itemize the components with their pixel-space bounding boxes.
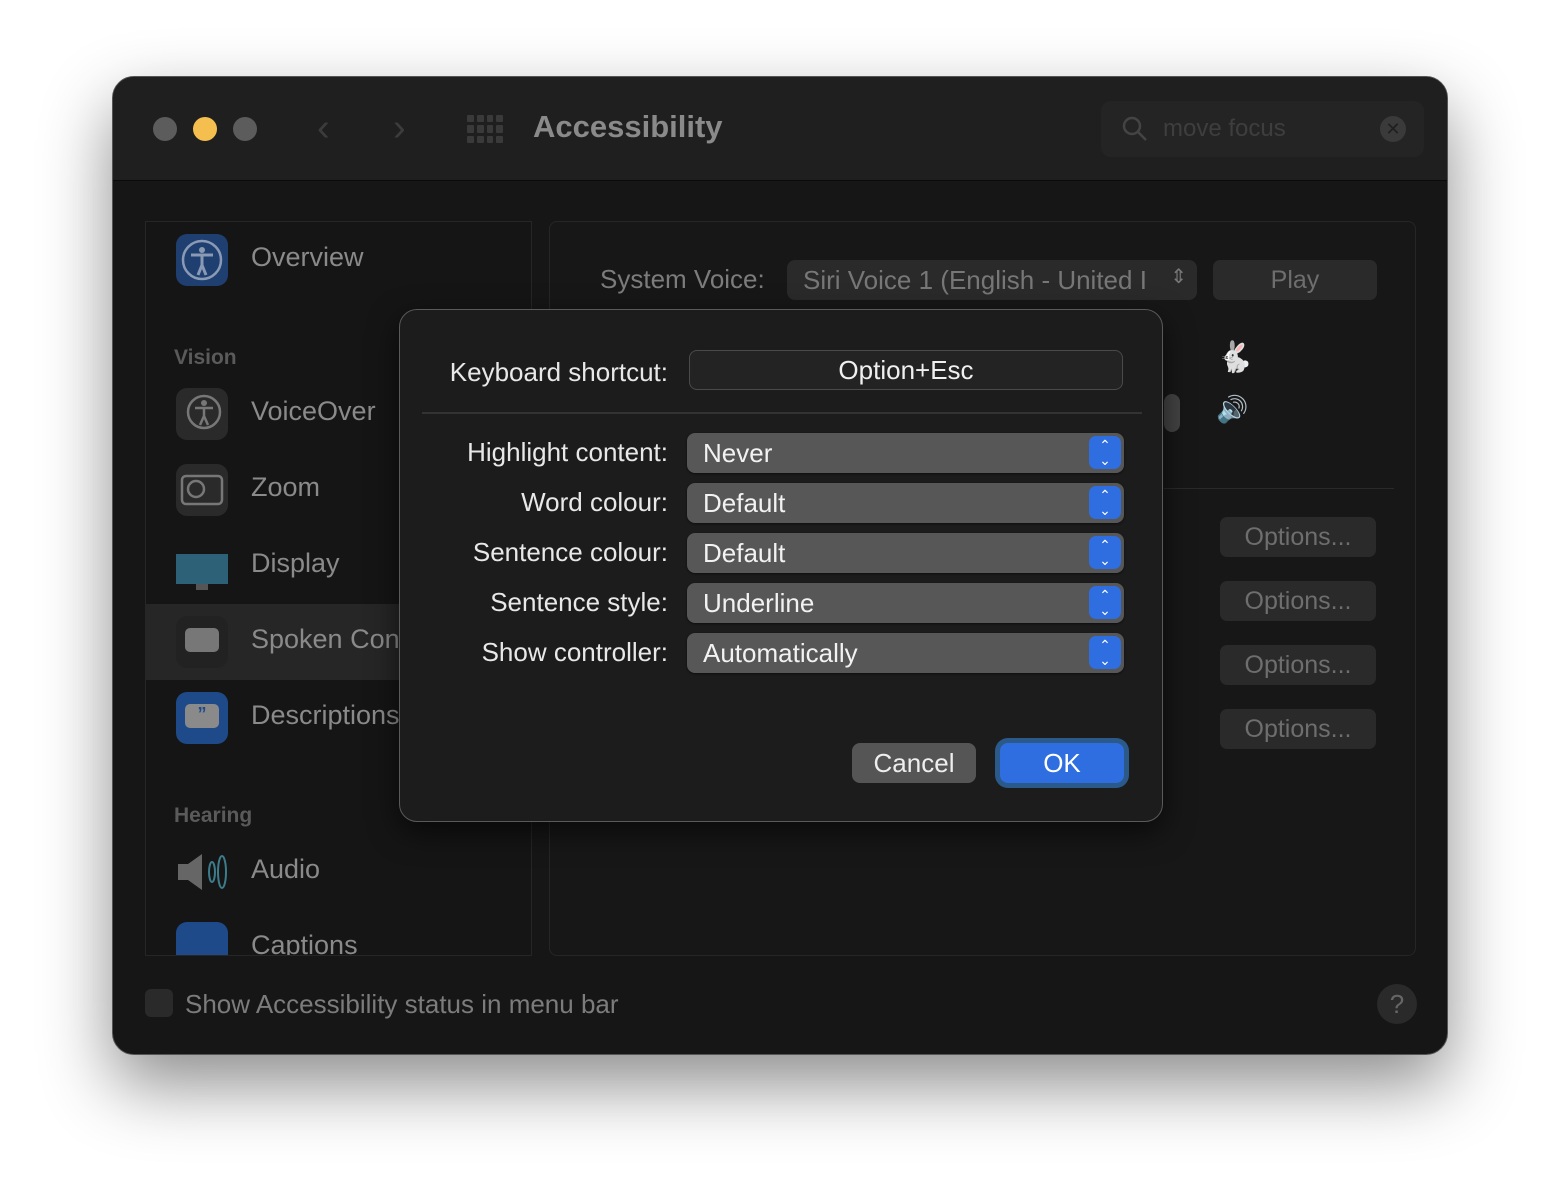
chevron-updown-icon: ⌃ ⌄ bbox=[1089, 486, 1121, 519]
clear-search-icon[interactable]: ✕ bbox=[1380, 116, 1406, 142]
keyboard-shortcut-field[interactable]: Option+Esc bbox=[689, 350, 1123, 390]
close-button[interactable] bbox=[153, 117, 177, 141]
system-voice-value: Siri Voice 1 (English - United I bbox=[803, 265, 1147, 295]
popup-value: Never bbox=[703, 438, 773, 468]
audio-icon bbox=[176, 846, 228, 898]
options-button[interactable]: Options... bbox=[1220, 581, 1376, 621]
zoom-button[interactable] bbox=[233, 117, 257, 141]
show-controller-label: Show controller: bbox=[481, 637, 668, 667]
back-icon[interactable]: ‹ bbox=[317, 107, 330, 150]
spoken-content-icon bbox=[176, 616, 228, 668]
descriptions-icon: ” bbox=[176, 692, 228, 744]
ok-button[interactable]: OK bbox=[1000, 743, 1124, 783]
search-icon bbox=[1122, 116, 1147, 141]
captions-icon bbox=[176, 922, 228, 955]
sentence-colour-popup[interactable]: Default ⌃ ⌄ bbox=[687, 533, 1124, 573]
display-icon bbox=[176, 540, 228, 592]
system-voice-popup[interactable]: Siri Voice 1 (English - United I ⇕ bbox=[787, 260, 1197, 300]
divider bbox=[422, 412, 1142, 414]
rabbit-icon: 🐇 bbox=[1216, 341, 1254, 374]
chevron-updown-icon: ⌃ ⌄ bbox=[1089, 586, 1121, 619]
sidebar-item-label: Display bbox=[251, 548, 340, 578]
forward-icon[interactable]: › bbox=[393, 107, 406, 150]
show-all-grid-icon[interactable] bbox=[467, 115, 503, 143]
chevron-updown-icon: ⌃ ⌄ bbox=[1089, 536, 1121, 569]
system-voice-label: System Voice: bbox=[600, 264, 765, 294]
popup-value: Automatically bbox=[703, 638, 858, 668]
popup-value: Underline bbox=[703, 588, 815, 618]
options-button[interactable]: Options... bbox=[1220, 517, 1376, 557]
highlight-content-popup[interactable]: Never ⌃ ⌄ bbox=[687, 433, 1124, 473]
search-field[interactable]: move focus ✕ bbox=[1101, 101, 1424, 157]
divider bbox=[1164, 488, 1394, 489]
search-input[interactable]: move focus bbox=[1163, 115, 1286, 143]
options-button[interactable]: Options... bbox=[1220, 645, 1376, 685]
sentence-style-label: Sentence style: bbox=[490, 587, 668, 617]
sidebar-item-label: VoiceOver bbox=[251, 396, 376, 426]
speaker-icon: 🔊 bbox=[1216, 394, 1249, 424]
sidebar-item-label: Audio bbox=[251, 854, 321, 884]
popup-value: Default bbox=[703, 538, 786, 568]
sidebar-item-captions[interactable]: Captions bbox=[146, 910, 531, 956]
keyboard-shortcut-label: Keyboard shortcut: bbox=[449, 357, 668, 387]
play-button[interactable]: Play bbox=[1213, 260, 1377, 300]
accessibility-icon bbox=[176, 234, 228, 286]
volume-slider-knob[interactable] bbox=[1164, 394, 1180, 432]
sidebar-item-label: Captions bbox=[251, 930, 358, 956]
help-button[interactable]: ? bbox=[1377, 984, 1417, 1024]
sidebar-item-label: Descriptions bbox=[251, 700, 400, 730]
popup-value: Default bbox=[703, 488, 786, 518]
word-colour-popup[interactable]: Default ⌃ ⌄ bbox=[687, 483, 1124, 523]
sentence-colour-label: Sentence colour: bbox=[472, 537, 668, 567]
chevron-updown-icon: ⌃ ⌄ bbox=[1089, 436, 1121, 469]
chevron-updown-icon: ⌃ ⌄ bbox=[1089, 636, 1121, 669]
window-title: Accessibility bbox=[533, 109, 723, 144]
sidebar-item-label: Zoom bbox=[251, 472, 321, 502]
highlight-content-label: Highlight content: bbox=[467, 437, 668, 467]
voiceover-icon bbox=[176, 388, 228, 440]
title-bar: ‹ › Accessibility move focus ✕ bbox=[113, 77, 1447, 181]
spoken-content-options-dialog: Keyboard shortcut: Option+Esc Highlight … bbox=[399, 309, 1163, 822]
show-controller-popup[interactable]: Automatically ⌃ ⌄ bbox=[687, 633, 1124, 673]
cancel-button[interactable]: Cancel bbox=[852, 743, 976, 783]
word-colour-label: Word colour: bbox=[521, 487, 668, 517]
status-menu-label: Show Accessibility status in menu bar bbox=[185, 989, 619, 1019]
section-vision: Vision bbox=[174, 346, 237, 369]
sidebar-item-audio[interactable]: Audio bbox=[146, 834, 531, 910]
sentence-style-popup[interactable]: Underline ⌃ ⌄ bbox=[687, 583, 1124, 623]
status-menu-checkbox[interactable] bbox=[145, 989, 173, 1017]
sidebar-item-overview[interactable]: Overview bbox=[146, 222, 531, 298]
sidebar-item-label: Overview bbox=[251, 242, 364, 272]
sidebar-item-label: Spoken Con bbox=[251, 624, 400, 654]
section-hearing: Hearing bbox=[174, 804, 253, 827]
zoom-icon bbox=[176, 464, 228, 516]
minimize-button[interactable] bbox=[193, 117, 217, 141]
chevron-updown-icon: ⇕ bbox=[1170, 266, 1187, 288]
options-button[interactable]: Options... bbox=[1220, 709, 1376, 749]
